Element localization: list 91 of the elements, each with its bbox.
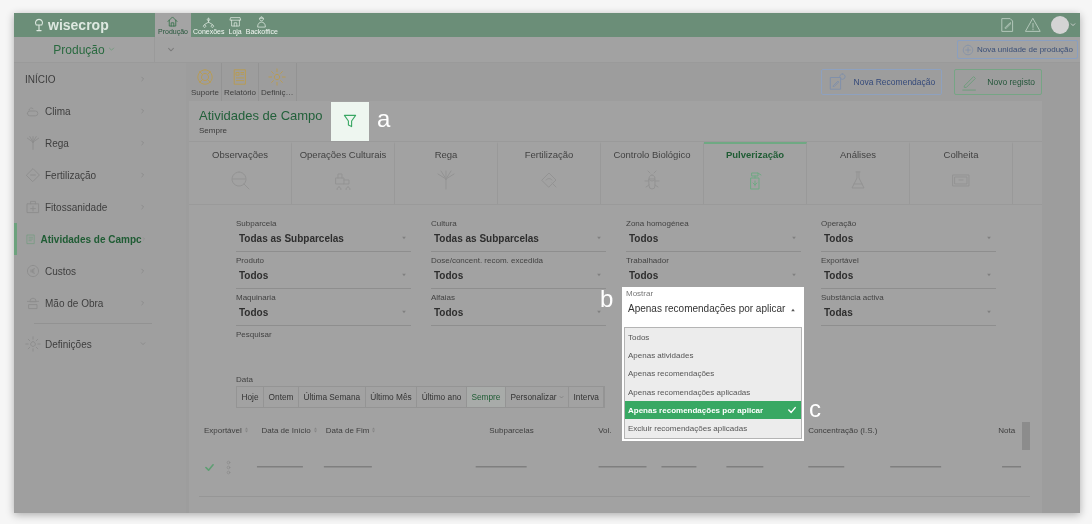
caret-down-icon <box>986 272 992 278</box>
select-field[interactable]: Cultura Todas as Subparcelas <box>431 219 606 252</box>
new-recommendation-button[interactable]: Nova Recomendação <box>820 69 943 95</box>
category-tab[interactable]: Fertilização <box>498 142 601 204</box>
sort-icon <box>312 427 318 433</box>
sidebar-item[interactable]: Clima <box>14 95 186 127</box>
sidebar-item[interactable]: Definições <box>14 328 186 360</box>
caret-down-icon <box>596 272 602 278</box>
caret-down-icon <box>791 272 797 278</box>
page-title: Atividades de Campo <box>199 107 324 123</box>
caret-down-icon <box>401 272 407 278</box>
caret-down-icon <box>596 309 602 315</box>
sidebar-item[interactable]: Mão de Obra <box>14 287 186 319</box>
person-icon <box>255 15 269 28</box>
select-field[interactable]: Subparcela Todas as Subparcelas <box>236 219 411 252</box>
select-field[interactable]: Substância activa Todas <box>821 293 996 326</box>
caret-up-icon <box>790 307 796 313</box>
sort-icon <box>371 427 377 433</box>
sort-icon <box>243 427 249 433</box>
page-subtitle: Sempre <box>199 125 228 135</box>
caret-down-icon <box>986 309 992 315</box>
sidebar-item[interactable]: Rega <box>14 127 186 159</box>
sidebar-item[interactable]: Fitossanidade <box>14 191 186 223</box>
annotation-letter: a <box>377 107 391 131</box>
column-header[interactable]: Data de Início <box>261 425 318 435</box>
dropdown-option[interactable]: Todos <box>625 328 801 347</box>
funnel-icon <box>342 113 358 129</box>
column-header: Subparcelas <box>489 425 534 435</box>
date-range-button[interactable]: Hoje <box>237 387 265 407</box>
column-header: Concentração (I.S.) <box>808 425 878 435</box>
logo: wisecrop <box>48 17 109 33</box>
new-record-button[interactable]: Novo registo <box>954 69 1042 95</box>
note-plus-icon <box>827 73 846 91</box>
date-range-button[interactable]: Personalizar <box>505 387 570 407</box>
dropdown-option[interactable]: Excluir recomendações aplicadas <box>625 419 801 438</box>
date-range-button[interactable]: Última Semana <box>299 387 366 407</box>
unit-selector[interactable]: Produção <box>14 37 155 62</box>
house-icon <box>166 15 180 28</box>
date-range-button[interactable]: Ontem <box>264 387 299 407</box>
date-label: Data <box>236 375 254 384</box>
category-tab[interactable]: Observações <box>189 142 292 204</box>
date-range-button[interactable]: Último ano <box>417 387 467 407</box>
caret-down-icon <box>401 235 407 241</box>
avatar[interactable] <box>1051 16 1069 34</box>
column-header: Nota <box>998 425 1016 435</box>
category-tab[interactable]: Colheita <box>910 142 1013 204</box>
category-tab[interactable]: Pulverização <box>704 142 807 204</box>
shop-icon <box>228 15 242 28</box>
category-tab[interactable]: Operações Culturais <box>292 142 395 204</box>
select-field[interactable]: Dose/concent. recom. excedida Todos <box>431 256 606 289</box>
lifebuoy-icon <box>196 67 214 86</box>
category-tab[interactable]: Controlo Biológico <box>601 142 704 204</box>
date-range-button[interactable]: Interva <box>569 387 605 407</box>
caret-down-icon <box>401 309 407 315</box>
select-field[interactable]: Maquinaria Todos <box>236 293 411 326</box>
chevron-icon <box>558 394 564 400</box>
network-icon <box>202 15 216 28</box>
clipboard-icon <box>25 231 37 247</box>
select-field[interactable]: Operação Todos <box>821 219 996 252</box>
category-tab[interactable]: Rega <box>395 142 498 204</box>
check-icon <box>788 406 796 415</box>
search-field[interactable]: Pesquisar <box>236 330 411 362</box>
new-unit-button[interactable]: Nova unidade de produção <box>956 40 1078 59</box>
chevron-icon <box>107 46 115 53</box>
select-field[interactable]: Mostrar Apenas recomendações por aplicar <box>622 287 804 325</box>
select-field[interactable]: Exportável Todos <box>821 256 996 289</box>
category-tab[interactable]: Análises <box>807 142 910 204</box>
tree-icon <box>32 18 46 32</box>
date-range-button[interactable]: Último Mês <box>365 387 418 407</box>
warning-icon[interactable] <box>1025 17 1041 33</box>
sidebar-item[interactable]: INÍCIO <box>14 63 186 95</box>
caret-down-icon <box>596 235 602 241</box>
sidebar-item[interactable]: Custos <box>14 255 186 287</box>
column-header: Vol. <box>598 425 612 435</box>
caret-down-icon <box>986 235 992 241</box>
select-field[interactable]: Produto Todos <box>236 256 411 289</box>
filter-button[interactable] <box>331 101 369 141</box>
sidebar-item[interactable]: Fertilização <box>14 159 186 191</box>
dropdown-option[interactable]: Apenas recomendações aplicadas <box>625 382 801 402</box>
annotation-letter: c <box>809 397 821 422</box>
chevron-icon[interactable] <box>167 45 175 54</box>
caret-down-icon <box>791 235 797 241</box>
date-range-button[interactable]: Sempre <box>466 387 506 407</box>
column-header[interactable]: Exportável <box>204 425 249 435</box>
column-header[interactable]: Data de Fim <box>325 425 377 435</box>
caret-icon[interactable] <box>1070 22 1076 28</box>
dropdown-option[interactable]: Apenas atividades <box>625 346 801 365</box>
select-field[interactable]: Zona homogénea Todos <box>626 219 801 252</box>
sidebar-item[interactable]: Atividades de Campc <box>14 223 186 255</box>
note-icon[interactable] <box>999 17 1015 33</box>
dropdown-option[interactable]: Apenas recomendações <box>625 364 801 383</box>
